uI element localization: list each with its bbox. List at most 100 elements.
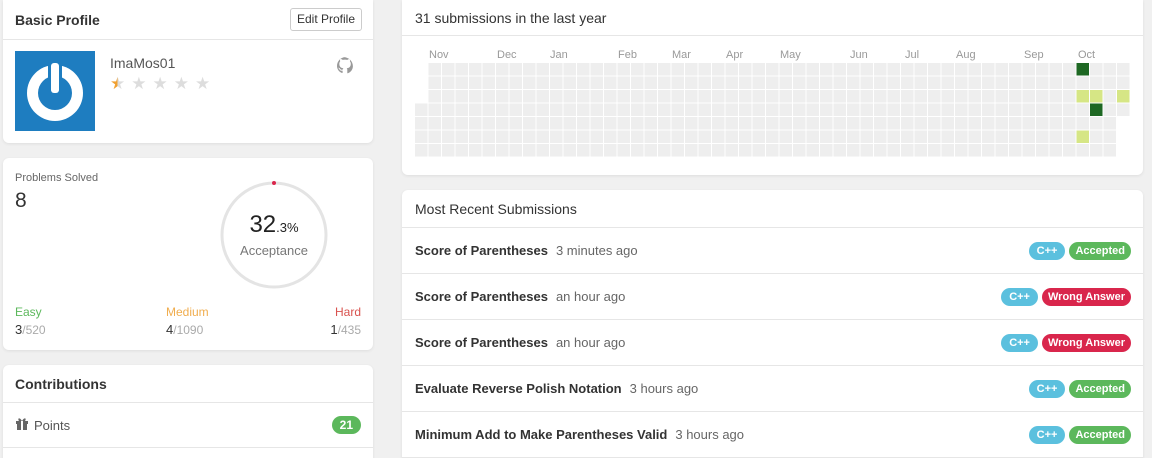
heatmap-cell[interactable] — [442, 76, 455, 90]
heatmap-cell[interactable] — [1103, 63, 1117, 76]
heatmap-cell[interactable] — [995, 130, 1009, 144]
heatmap-cell[interactable] — [523, 144, 536, 157]
heatmap-cell[interactable] — [617, 76, 631, 90]
heatmap-cell[interactable] — [820, 144, 833, 157]
heatmap-cell[interactable] — [725, 144, 739, 157]
heatmap-cell[interactable] — [577, 63, 590, 76]
heatmap-cell[interactable] — [469, 117, 482, 130]
heatmap-cell[interactable] — [847, 130, 860, 144]
heatmap-cell[interactable] — [833, 63, 847, 76]
heatmap-cell[interactable] — [806, 90, 820, 103]
heatmap-cell[interactable] — [833, 103, 847, 117]
heatmap-cell[interactable] — [712, 76, 725, 90]
heatmap-cell[interactable] — [671, 90, 685, 103]
heatmap-cell[interactable] — [671, 130, 685, 144]
heatmap-cell[interactable] — [658, 63, 671, 76]
heatmap-cell[interactable] — [725, 103, 739, 117]
heatmap-cell[interactable] — [941, 63, 955, 76]
heatmap-cell[interactable] — [563, 103, 577, 117]
heatmap-cell[interactable] — [901, 144, 914, 157]
heatmap-cell[interactable] — [766, 103, 779, 117]
heatmap-cell[interactable] — [496, 130, 509, 144]
heatmap-cell[interactable] — [577, 76, 590, 90]
heatmap-cell[interactable] — [914, 130, 928, 144]
heatmap-cell[interactable] — [1009, 76, 1022, 90]
heatmap-cell[interactable] — [847, 90, 860, 103]
heatmap-cell[interactable] — [604, 90, 617, 103]
heatmap-cell[interactable] — [685, 144, 698, 157]
heatmap-cell[interactable] — [752, 103, 766, 117]
heatmap-cell[interactable] — [982, 63, 995, 76]
heatmap-cell[interactable] — [928, 117, 941, 130]
heatmap-cell[interactable] — [712, 63, 725, 76]
heatmap-cell[interactable] — [469, 144, 482, 157]
heatmap-cell[interactable] — [482, 117, 496, 130]
heatmap-cell[interactable] — [955, 117, 968, 130]
submission-row[interactable]: Minimum Add to Make Parentheses Valid 3 … — [402, 412, 1143, 458]
heatmap-cell[interactable] — [874, 117, 887, 130]
heatmap-cell[interactable] — [860, 103, 874, 117]
heatmap-cell[interactable] — [847, 76, 860, 90]
heatmap-cell[interactable] — [550, 130, 563, 144]
heatmap-cell[interactable] — [914, 76, 928, 90]
heatmap-cell[interactable] — [1090, 117, 1103, 130]
heatmap-cell[interactable] — [887, 144, 901, 157]
heatmap-cell[interactable] — [941, 103, 955, 117]
heatmap-cell[interactable] — [428, 76, 442, 90]
heatmap-cell[interactable] — [617, 103, 631, 117]
heatmap-cell[interactable] — [928, 63, 941, 76]
heatmap-cell[interactable] — [509, 103, 523, 117]
heatmap-cell[interactable] — [739, 76, 752, 90]
heatmap-cell[interactable] — [1022, 130, 1036, 144]
heatmap-cell[interactable] — [1036, 63, 1049, 76]
submission-row[interactable]: Evaluate Reverse Polish Notation 3 hours… — [402, 366, 1143, 412]
heatmap-cell[interactable] — [779, 76, 793, 90]
heatmap-cell[interactable] — [955, 130, 968, 144]
heatmap-cell[interactable] — [658, 103, 671, 117]
heatmap-cell[interactable] — [860, 90, 874, 103]
heatmap-cell[interactable] — [644, 63, 658, 76]
heatmap-cell[interactable] — [496, 117, 509, 130]
heatmap-cell[interactable] — [1009, 117, 1022, 130]
heatmap-cell[interactable] — [712, 144, 725, 157]
heatmap-cell[interactable] — [914, 144, 928, 157]
heatmap-cell[interactable] — [1117, 63, 1130, 76]
heatmap-cell[interactable] — [604, 130, 617, 144]
heatmap-cell[interactable] — [901, 90, 914, 103]
heatmap-cell[interactable] — [644, 130, 658, 144]
heatmap-cell[interactable] — [455, 117, 469, 130]
heatmap-cell[interactable] — [604, 103, 617, 117]
heatmap-cell[interactable] — [1063, 130, 1076, 144]
heatmap-cell[interactable] — [928, 76, 941, 90]
heatmap-cell[interactable] — [1090, 130, 1103, 144]
heatmap-cell[interactable] — [995, 76, 1009, 90]
heatmap-cell[interactable] — [604, 144, 617, 157]
heatmap-cell[interactable] — [982, 117, 995, 130]
heatmap-cell[interactable] — [806, 117, 820, 130]
heatmap-cell[interactable] — [887, 117, 901, 130]
heatmap-cell[interactable] — [577, 117, 590, 130]
heatmap-cell[interactable] — [1103, 76, 1117, 90]
heatmap-cell[interactable] — [833, 144, 847, 157]
heatmap-cell[interactable] — [1063, 90, 1076, 103]
heatmap-cell[interactable] — [536, 90, 550, 103]
heatmap-cell[interactable] — [1036, 103, 1049, 117]
heatmap-cell[interactable] — [833, 90, 847, 103]
heatmap-cell[interactable] — [766, 76, 779, 90]
heatmap-cell[interactable] — [779, 144, 793, 157]
heatmap-cell[interactable] — [1103, 90, 1117, 103]
heatmap-cell[interactable] — [820, 76, 833, 90]
heatmap-cell[interactable] — [1009, 90, 1022, 103]
avatar[interactable] — [15, 51, 95, 131]
heatmap-cell[interactable] — [968, 76, 982, 90]
heatmap-cell[interactable] — [604, 76, 617, 90]
submission-title[interactable]: Score of Parentheses — [415, 289, 548, 304]
heatmap-cell[interactable] — [887, 103, 901, 117]
heatmap-cell[interactable] — [685, 63, 698, 76]
heatmap-cell[interactable] — [955, 76, 968, 90]
heatmap-cell[interactable] — [1022, 103, 1036, 117]
heatmap-cell[interactable] — [793, 103, 806, 117]
heatmap-cell[interactable] — [536, 63, 550, 76]
heatmap-cell[interactable] — [847, 63, 860, 76]
heatmap-cell[interactable] — [847, 103, 860, 117]
